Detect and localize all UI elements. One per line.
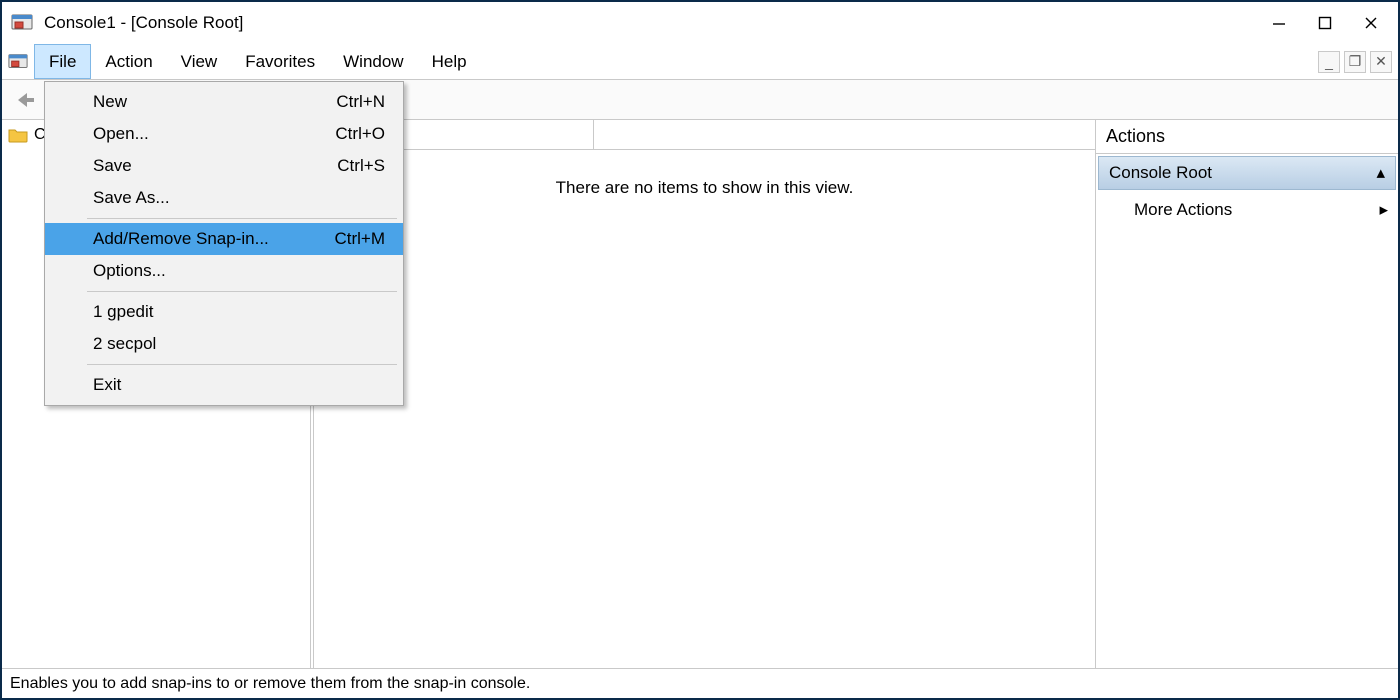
menu-view[interactable]: View <box>167 44 232 79</box>
titlebar: Console1 - [Console Root] <box>2 2 1398 44</box>
file-menu-recent-1[interactable]: 1 gpedit <box>45 296 403 328</box>
submenu-arrow-icon: ▸ <box>1379 200 1388 220</box>
file-menu-recent-2[interactable]: 2 secpol <box>45 328 403 360</box>
menu-favorites[interactable]: Favorites <box>231 44 329 79</box>
menubar: File Action View Favorites Window Help _… <box>2 44 1398 80</box>
content-pane: There are no items to show in this view. <box>314 120 1096 668</box>
actions-item-label: More Actions <box>1134 200 1232 220</box>
file-menu-new[interactable]: New Ctrl+N <box>45 86 403 118</box>
menu-separator <box>87 218 397 219</box>
menu-help[interactable]: Help <box>418 44 481 79</box>
file-menu-options[interactable]: Options... <box>45 255 403 287</box>
mdi-close-button[interactable]: ✕ <box>1370 51 1392 73</box>
window-title: Console1 - [Console Root] <box>44 13 243 33</box>
actions-pane: Actions Console Root ▴ More Actions ▸ <box>1096 120 1398 668</box>
collapse-arrow-icon: ▴ <box>1376 163 1385 183</box>
actions-pane-header: Actions <box>1096 120 1398 154</box>
actions-section-title: Console Root <box>1109 163 1212 183</box>
mdi-restore-button[interactable]: ❐ <box>1344 51 1366 73</box>
mmc-app-icon <box>10 11 34 35</box>
menu-separator <box>87 364 397 365</box>
mmc-doc-icon <box>2 44 34 79</box>
content-empty-text: There are no items to show in this view. <box>314 178 1095 198</box>
actions-item-more-actions[interactable]: More Actions ▸ <box>1096 192 1398 228</box>
folder-icon <box>8 127 28 143</box>
menu-separator <box>87 291 397 292</box>
file-menu-exit[interactable]: Exit <box>45 369 403 401</box>
actions-section-header[interactable]: Console Root ▴ <box>1098 156 1396 190</box>
menu-action[interactable]: Action <box>91 44 166 79</box>
menu-file[interactable]: File <box>34 44 91 79</box>
window-maximize-button[interactable] <box>1302 4 1348 42</box>
mdi-minimize-button[interactable]: _ <box>1318 51 1340 73</box>
statusbar-text: Enables you to add snap-ins to or remove… <box>10 675 530 693</box>
file-menu-dropdown: New Ctrl+N Open... Ctrl+O Save Ctrl+S Sa… <box>44 81 404 406</box>
file-menu-open[interactable]: Open... Ctrl+O <box>45 118 403 150</box>
window-minimize-button[interactable] <box>1256 4 1302 42</box>
toolbar-back-button[interactable] <box>8 85 42 115</box>
file-menu-add-remove-snapin[interactable]: Add/Remove Snap-in... Ctrl+M <box>45 223 403 255</box>
file-menu-save-as[interactable]: Save As... <box>45 182 403 214</box>
mdi-window-controls: _ ❐ ✕ <box>1318 44 1392 79</box>
file-menu-save[interactable]: Save Ctrl+S <box>45 150 403 182</box>
content-column-header[interactable] <box>314 120 1095 150</box>
window-close-button[interactable] <box>1348 4 1394 42</box>
statusbar: Enables you to add snap-ins to or remove… <box>2 668 1398 698</box>
menu-window[interactable]: Window <box>329 44 417 79</box>
